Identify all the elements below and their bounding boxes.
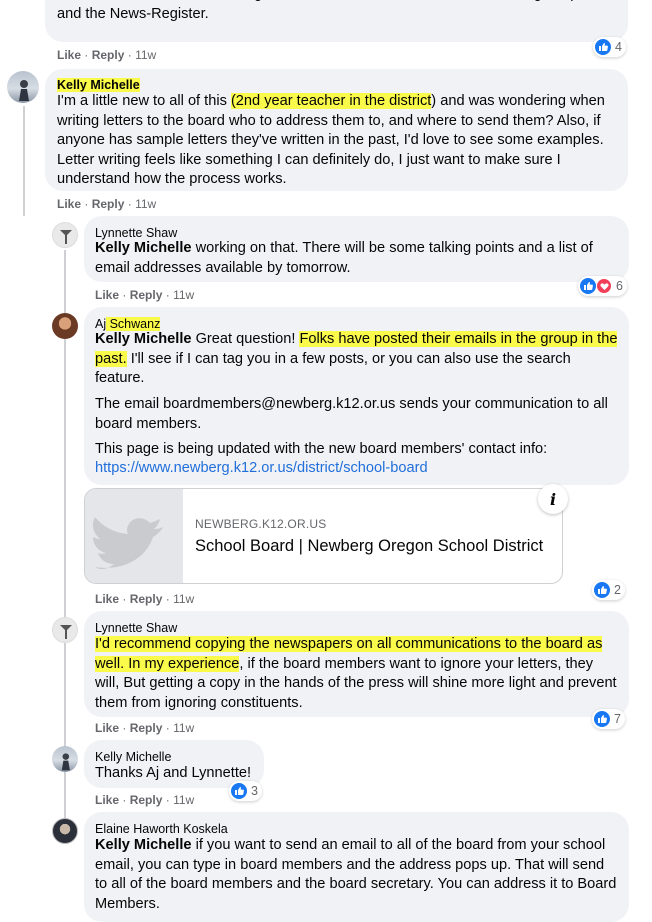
- timestamp[interactable]: 11w: [135, 48, 156, 62]
- thread-line: [23, 106, 25, 216]
- reaction-summary[interactable]: 7: [592, 709, 625, 729]
- like-link[interactable]: Like: [95, 288, 119, 302]
- reply-link[interactable]: Reply: [92, 197, 125, 211]
- timestamp[interactable]: 11w: [173, 793, 194, 807]
- comment-bubble: Aj Schwanz Kelly Michelle Great question…: [84, 307, 629, 485]
- link-preview-title: School Board | Newberg Oregon School Dis…: [195, 537, 544, 555]
- comment-paragraph: This page is being updated with the new …: [95, 441, 548, 457]
- comment-author[interactable]: Kelly Michelle: [95, 750, 171, 764]
- reaction-count: 7: [614, 712, 621, 726]
- comment-actions: Like · Reply · 11w: [95, 721, 195, 735]
- like-link[interactable]: Like: [57, 197, 81, 211]
- reply-link[interactable]: Reply: [130, 288, 163, 302]
- comment-author[interactable]: Kelly Michelle: [57, 78, 140, 92]
- reaction-count: 3: [251, 784, 258, 798]
- timestamp[interactable]: 11w: [173, 288, 194, 302]
- info-button[interactable]: i: [538, 484, 568, 514]
- comment-author[interactable]: Lynnette Shaw: [95, 226, 177, 240]
- comment-actions: Like · Reply · 11w: [57, 48, 157, 62]
- like-reaction-icon: [594, 582, 610, 598]
- comment-bubble: Please also consider submitting Letters …: [45, 0, 628, 42]
- avatar[interactable]: [52, 818, 78, 844]
- comment-text: Please also consider submitting Letters …: [57, 0, 597, 22]
- comment-bubble: Kelly Michelle I'm a little new to all o…: [45, 69, 628, 191]
- reaction-summary[interactable]: 4: [593, 37, 626, 57]
- comment-bubble: Lynnette Shaw I'd recommend copying the …: [84, 611, 629, 717]
- comment-author[interactable]: Aj Schwanz: [95, 317, 161, 331]
- like-link[interactable]: Like: [95, 721, 119, 735]
- avatar[interactable]: [52, 313, 78, 339]
- comment-actions: Like · Reply · 11w: [57, 197, 157, 211]
- comment-paragraph: The email boardmembers@newberg.k12.or.us…: [95, 396, 608, 432]
- reaction-summary[interactable]: 2: [592, 580, 625, 600]
- avatar[interactable]: [7, 71, 39, 103]
- comment-author[interactable]: Lynnette Shaw: [95, 621, 177, 635]
- comment-text: Kelly Michelle working on that. There wi…: [95, 240, 593, 276]
- like-link[interactable]: Like: [95, 592, 119, 606]
- avatar[interactable]: [52, 746, 78, 772]
- mention[interactable]: Kelly Michelle: [95, 837, 192, 853]
- like-reaction-icon: [594, 711, 610, 727]
- comment-bubble: Lynnette Shaw Kelly Michelle working on …: [84, 216, 629, 282]
- comment-author[interactable]: Elaine Haworth Koskela: [95, 822, 228, 836]
- info-icon: i: [549, 489, 557, 509]
- comment-text: Kelly Michelle if you want to send an em…: [95, 837, 617, 912]
- mention[interactable]: Kelly Michelle: [95, 240, 192, 256]
- twitter-bird-icon: [92, 517, 163, 570]
- comment-text: I'm a little new to all of this (2nd yea…: [57, 93, 605, 187]
- link-preview-image: [85, 489, 183, 583]
- mention[interactable]: Kelly Michelle: [95, 331, 192, 347]
- reaction-count: 2: [614, 583, 621, 597]
- reaction-count: 6: [616, 279, 623, 293]
- like-reaction-icon: [580, 278, 596, 294]
- comment-text: Thanks Aj and Lynnette!: [95, 765, 252, 781]
- comment-actions: Like · Reply · 11w: [95, 793, 195, 807]
- reply-link[interactable]: Reply: [130, 592, 163, 606]
- timestamp[interactable]: 11w: [173, 592, 194, 606]
- like-reaction-icon: [595, 39, 611, 55]
- comment-text: I'd recommend copying the newspapers on …: [95, 636, 617, 711]
- link-preview-card[interactable]: NEWBERG.K12.OR.US School Board | Newberg…: [84, 488, 563, 584]
- reaction-summary[interactable]: 6: [578, 276, 627, 296]
- comment-text: Kelly Michelle Great question! Folks hav…: [95, 331, 618, 386]
- comment-actions: Like · Reply · 11w: [95, 288, 195, 302]
- comment-link[interactable]: https://www.newberg.k12.or.us/district/s…: [95, 459, 428, 479]
- timestamp[interactable]: 11w: [135, 197, 156, 211]
- timestamp[interactable]: 11w: [173, 721, 194, 735]
- reply-link[interactable]: Reply: [92, 48, 125, 62]
- reaction-count: 4: [615, 40, 622, 54]
- avatar[interactable]: [52, 617, 78, 643]
- reaction-summary[interactable]: 3: [229, 781, 262, 801]
- link-preview-domain: NEWBERG.K12.OR.US: [195, 517, 327, 531]
- like-reaction-icon: [231, 783, 247, 799]
- reply-link[interactable]: Reply: [130, 721, 163, 735]
- comment-actions: Like · Reply · 11w: [95, 592, 195, 606]
- like-link[interactable]: Like: [95, 793, 119, 807]
- avatar[interactable]: [52, 222, 78, 248]
- like-link[interactable]: Like: [57, 48, 81, 62]
- love-reaction-icon: [596, 278, 612, 294]
- reply-link[interactable]: Reply: [130, 793, 163, 807]
